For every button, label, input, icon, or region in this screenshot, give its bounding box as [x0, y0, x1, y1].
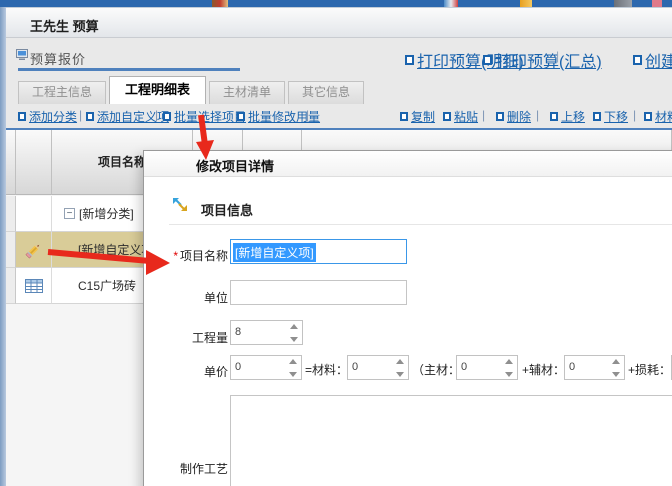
- spin-up-icon[interactable]: [612, 359, 620, 364]
- main-material-spinner[interactable]: 0: [456, 355, 518, 380]
- tab-project-main-info[interactable]: 工程主信息: [18, 81, 106, 104]
- toolbar-separator: |: [633, 108, 636, 122]
- section-title: 项目信息: [201, 200, 253, 219]
- spin-up-icon[interactable]: [289, 359, 297, 364]
- item-name-input[interactable]: [新增自定义项]: [230, 239, 407, 264]
- row-gutter: [6, 196, 16, 232]
- desktop-icon-fragment: [212, 0, 228, 7]
- row-gutter: [6, 232, 16, 268]
- loss-text: +损耗：: [628, 361, 671, 378]
- unit-price-label: 单价: [154, 363, 228, 380]
- spin-down-icon[interactable]: [505, 372, 513, 377]
- toolbar-separator: |: [536, 108, 539, 122]
- batch-select-items-button[interactable]: 批量选择项目: [163, 108, 246, 125]
- tree-collapse-icon[interactable]: −: [64, 208, 75, 219]
- row-icon-cell: [16, 268, 52, 304]
- move-up-icon: [550, 112, 558, 121]
- row-icon-cell: [16, 232, 52, 268]
- material-spinner[interactable]: 0: [347, 355, 409, 380]
- table-header-gutter: [6, 130, 16, 195]
- desktop-background: [0, 0, 672, 7]
- table-header-icon-col: [16, 130, 52, 195]
- spin-down-icon[interactable]: [612, 372, 620, 377]
- selected-text: [新增自定义项]: [233, 243, 316, 262]
- link-separator: |: [556, 49, 559, 63]
- pencil-edit-icon: [24, 240, 44, 260]
- item-name-label: *项目名称: [154, 247, 228, 264]
- spin-down-icon[interactable]: [290, 337, 298, 342]
- aux-material-spinner[interactable]: 0: [564, 355, 625, 380]
- grid-item-icon: [25, 279, 43, 293]
- desktop-icon-fragment: [444, 0, 458, 7]
- spin-down-icon[interactable]: [289, 372, 297, 377]
- move-up-button[interactable]: 上移: [550, 108, 585, 125]
- main-material-text: （主材：: [412, 361, 460, 378]
- window-titlebar[interactable]: 王先生 预算: [6, 8, 672, 38]
- tab-main-material-list[interactable]: 主材清单: [209, 81, 285, 104]
- header-underline: [18, 68, 240, 71]
- material-eq-text: =材料：: [305, 361, 348, 378]
- section-arrows-icon: [172, 197, 188, 212]
- toolbar-separator: |: [79, 108, 82, 122]
- craft-textarea[interactable]: [230, 395, 672, 486]
- toolbar-separator: |: [155, 108, 158, 122]
- dialog-titlebar[interactable]: 修改项目详情: [144, 151, 672, 177]
- spin-up-icon[interactable]: [396, 359, 404, 364]
- copy-button[interactable]: 复制: [400, 108, 435, 125]
- delete-icon: [496, 112, 504, 121]
- move-down-button[interactable]: 下移: [593, 108, 628, 125]
- material-button[interactable]: 材料: [644, 108, 672, 125]
- tab-project-detail-table[interactable]: 工程明细表: [109, 76, 206, 104]
- print-icon: [405, 55, 414, 65]
- print-budget-summary-link[interactable]: 打印预算(汇总): [483, 48, 602, 72]
- section-divider: [169, 224, 672, 225]
- add-icon: [86, 112, 94, 121]
- delete-button[interactable]: 删除: [496, 108, 531, 125]
- toolbar-separator: |: [306, 108, 309, 122]
- tab-bar: 工程主信息 工程明细表 主材清单 其它信息: [18, 76, 367, 104]
- window-title: 王先生 预算: [30, 16, 99, 35]
- desktop-icon-fragment: [652, 0, 662, 7]
- tab-other-info[interactable]: 其它信息: [288, 81, 364, 104]
- spin-up-icon[interactable]: [505, 359, 513, 364]
- batch-icon: [237, 112, 245, 121]
- desktop-icon-fragment: [520, 0, 532, 7]
- unit-input[interactable]: [230, 280, 407, 305]
- budget-quote-icon: [16, 49, 28, 60]
- toolbar-separator: |: [482, 108, 485, 122]
- add-category-button[interactable]: 添加分类: [18, 108, 77, 125]
- create-icon: [633, 55, 642, 65]
- required-mark: *: [173, 249, 178, 263]
- print-icon: [483, 55, 492, 65]
- craft-label: 制作工艺: [154, 460, 228, 477]
- unit-price-spinner[interactable]: 0: [230, 355, 302, 380]
- quantity-label: 工程量: [154, 329, 228, 346]
- edit-item-dialog: 修改项目详情 项目信息 *项目名称 [新增自定义项] 单位 工程量 8 单价 0…: [143, 150, 672, 486]
- copy-icon: [400, 112, 408, 121]
- dialog-title: 修改项目详情: [196, 156, 274, 175]
- page-title: 预算报价: [30, 49, 86, 68]
- unit-label: 单位: [154, 289, 228, 306]
- spin-down-icon[interactable]: [396, 372, 404, 377]
- material-icon: [644, 112, 652, 121]
- move-down-icon: [593, 112, 601, 121]
- batch-icon: [163, 112, 171, 121]
- row-gutter: [6, 268, 16, 304]
- desktop-icon-fragment: [614, 0, 632, 7]
- quantity-spinner[interactable]: 8: [230, 320, 303, 345]
- aux-material-text: +辅材：: [522, 361, 565, 378]
- add-icon: [18, 112, 26, 121]
- paste-button[interactable]: 粘贴: [443, 108, 478, 125]
- paste-icon: [443, 112, 451, 121]
- spin-up-icon[interactable]: [290, 324, 298, 329]
- create-link[interactable]: 创建: [633, 48, 672, 72]
- row-icon-cell: [16, 196, 52, 232]
